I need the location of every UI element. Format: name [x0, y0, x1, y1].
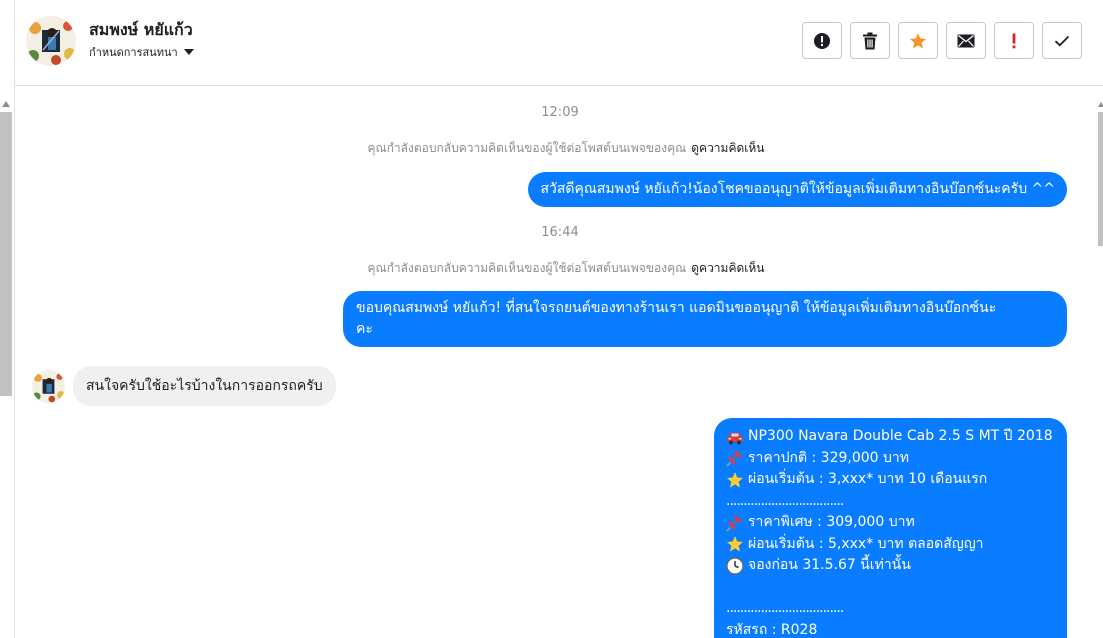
scroll-thumb[interactable] — [0, 112, 12, 396]
outgoing-message-text: สวัสดีคุณสมพงษ์ หยัแก้ว!น้องโชคขออนุญาติ… — [540, 181, 1055, 197]
important-button[interactable] — [994, 22, 1034, 59]
thread-scrollbar[interactable] — [1098, 86, 1103, 638]
card-car-code: รหัสรถ : R028 — [726, 621, 818, 638]
card-line-car-code: รหัสรถ : R028 — [726, 620, 1055, 638]
message-thread[interactable]: 12:09 คุณกำลังตอบกลับความคิดเห็นของผู้ใช… — [15, 86, 1098, 638]
alert-circle-icon — [814, 32, 830, 49]
conversation-settings-label: กำหนดการสนทนา — [89, 46, 178, 59]
pin-emoji-icon — [726, 450, 743, 467]
view-comment-link[interactable]: ดูความคิดเห็น — [691, 141, 764, 155]
card-separator: .................................. — [726, 600, 844, 616]
spam-button[interactable] — [802, 22, 842, 59]
card-separator: .................................. — [726, 492, 844, 509]
star-emoji-icon — [726, 471, 744, 488]
card-deadline: จองก่อน 31.5.67 นี้เท่านั้น — [748, 557, 911, 573]
reply-context-notice: คุณกำลังตอบกลับความคิดเห็นของผู้ใช้ต่อโพ… — [15, 259, 1098, 278]
card-model: NP300 Navara Double Cab 2.5 S MT ปี 2018 — [748, 428, 1053, 444]
pin-emoji-icon — [726, 515, 743, 532]
trash-icon — [863, 32, 877, 49]
card-installment-1: ผ่อนเริ่มต้น : 3,xxx* บาท 10 เดือนแรก — [748, 471, 988, 487]
card-line-normal-price: ราคาปกติ : 329,000 บาท — [726, 448, 1055, 470]
check-icon — [1054, 35, 1070, 47]
card-line-deadline: จองก่อน 31.5.67 นี้เท่านั้น — [726, 555, 1055, 577]
scroll-up-arrow-icon[interactable] — [1098, 102, 1103, 107]
reply-context-notice: คุณกำลังตอบกลับความคิดเห็นของผู้ใช้ต่อโพ… — [15, 139, 1098, 158]
reply-context-text: คุณกำลังตอบกลับความคิดเห็นของผู้ใช้ต่อโพ… — [367, 261, 687, 275]
messenger-inbox: สมพงษ์ หยัแก้ว กำหนดการสนทนา 12:09 คุณกำ… — [0, 0, 1103, 638]
clock-emoji-icon — [726, 557, 744, 575]
card-installment-2: ผ่อนเริ่มต้น : 5,xxx* บาท ตลอดสัญญา — [748, 535, 984, 552]
card-line-installment-2: ผ่อนเริ่มต้น : 5,xxx* บาท ตลอดสัญญา — [726, 534, 1055, 556]
incoming-message[interactable]: สนใจครับใช้อะไรบ้างในการออกรถครับ — [73, 366, 336, 406]
done-button[interactable] — [1042, 22, 1082, 59]
delete-button[interactable] — [850, 22, 890, 59]
contact-avatar[interactable] — [26, 16, 76, 66]
conversation-settings-dropdown[interactable]: กำหนดการสนทนา — [89, 43, 194, 61]
outgoing-message-line: ขอบคุณสมพงษ์ หยัแก้ว! ที่สนใจรถยนต์ของทา… — [356, 300, 997, 316]
scroll-up-arrow-icon[interactable] — [2, 101, 10, 107]
card-special-price: ราคาพิเศษ : 309,000 บาท — [748, 514, 915, 530]
star-button[interactable] — [898, 22, 938, 59]
outgoing-message[interactable]: ขอบคุณสมพงษ์ หยัแก้ว! ที่สนใจรถยนต์ของทา… — [343, 291, 1067, 347]
card-line-special-price: ราคาพิเศษ : 309,000 บาท — [726, 512, 1055, 534]
timestamp: 16:44 — [541, 225, 579, 240]
star-icon — [909, 32, 927, 48]
car-emoji-icon — [727, 432, 743, 445]
envelope-icon — [957, 34, 975, 47]
timestamp: 12:09 — [541, 105, 579, 120]
outgoing-message[interactable]: สวัสดีคุณสมพงษ์ หยัแก้ว!น้องโชคขออนุญาติ… — [528, 172, 1067, 207]
view-comment-link[interactable]: ดูความคิดเห็น — [691, 261, 764, 275]
contact-avatar-small[interactable] — [32, 369, 65, 403]
caret-down-icon — [183, 49, 194, 55]
card-line-model: NP300 Navara Double Cab 2.5 S MT ปี 2018 — [726, 426, 1055, 448]
scroll-thumb[interactable] — [1098, 112, 1103, 246]
card-spacer — [726, 577, 1055, 599]
conversation-header: สมพงษ์ หยัแก้ว กำหนดการสนทนา — [15, 0, 1103, 86]
mark-unread-button[interactable] — [946, 22, 986, 59]
card-normal-price: ราคาปกติ : 329,000 บาท — [748, 449, 909, 466]
conversation-actions — [802, 22, 1082, 59]
exclamation-icon — [1012, 33, 1016, 48]
contact-name: สมพงษ์ หยัแก้ว — [89, 20, 193, 39]
star-emoji-icon — [726, 536, 744, 552]
left-scrollbar[interactable] — [0, 0, 15, 638]
outgoing-product-message[interactable]: NP300 Navara Double Cab 2.5 S MT ปี 2018… — [714, 418, 1067, 638]
outgoing-message-line: คะ — [356, 321, 373, 337]
reply-context-text: คุณกำลังตอบกลับความคิดเห็นของผู้ใช้ต่อโพ… — [367, 141, 687, 155]
card-line-installment-1: ผ่อนเริ่มต้น : 3,xxx* บาท 10 เดือนแรก — [726, 469, 1055, 491]
incoming-message-row: สนใจครับใช้อะไรบ้างในการออกรถครับ — [32, 366, 336, 406]
